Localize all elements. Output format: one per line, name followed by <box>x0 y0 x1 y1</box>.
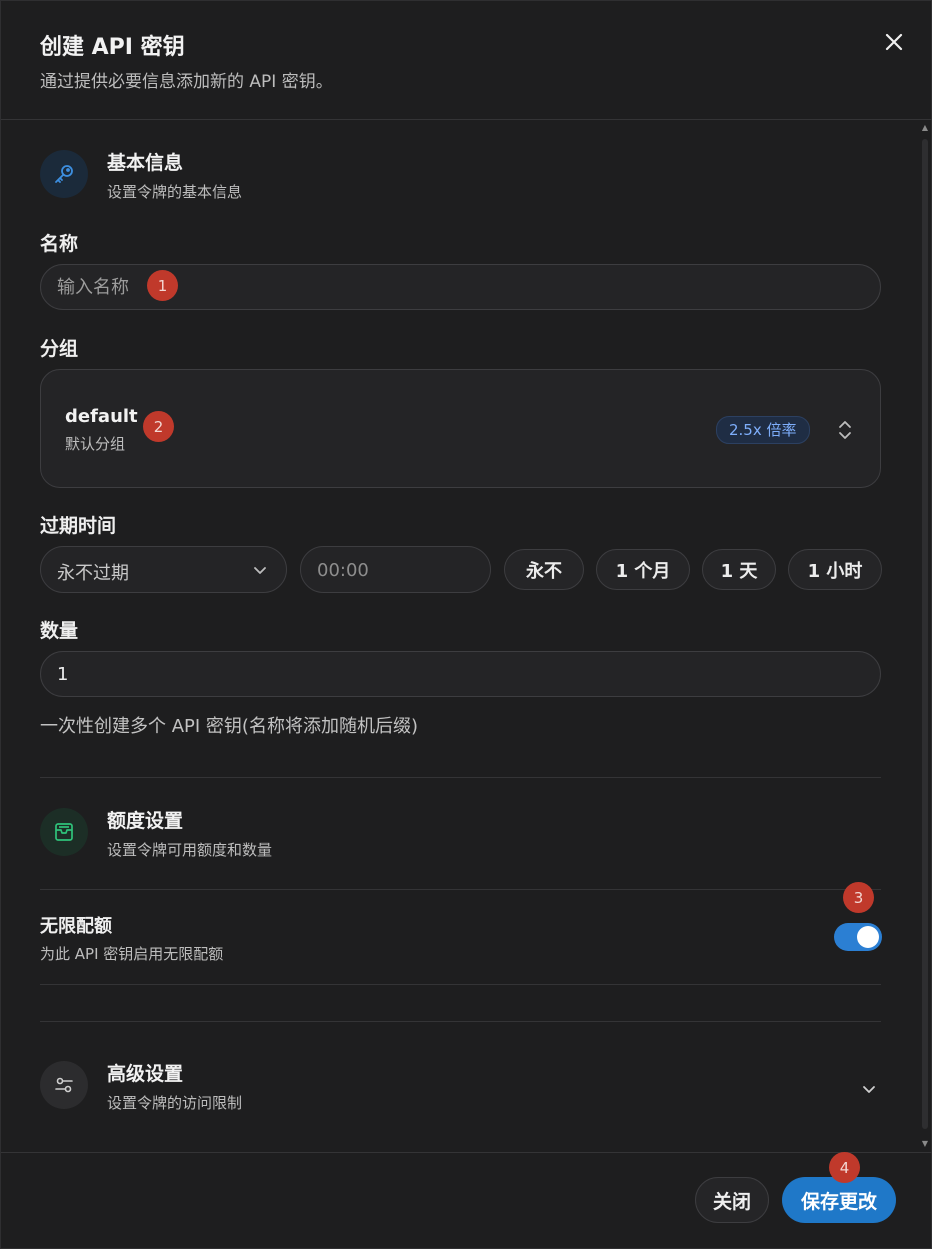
quantity-input[interactable] <box>40 651 881 697</box>
toggle-knob <box>857 926 879 948</box>
unlimited-quota-subtitle: 为此 API 密钥启用无限配额 <box>40 945 224 963</box>
dialog-subtitle: 通过提供必要信息添加新的 API 密钥。 <box>40 72 333 92</box>
close-button[interactable]: 关闭 <box>695 1177 769 1223</box>
sliders-icon <box>40 1061 88 1109</box>
group-selected-name: default <box>65 406 138 427</box>
quota-section-subtitle: 设置令牌可用额度和数量 <box>107 841 273 859</box>
scroll-down-arrow-icon[interactable]: ▼ <box>920 1139 930 1149</box>
expiry-select-value: 永不过期 <box>57 563 129 584</box>
expiry-never-button[interactable]: 永不 <box>504 549 584 590</box>
scrollbar-thumb[interactable] <box>922 139 928 1129</box>
quantity-help-text: 一次性创建多个 API 密钥(名称将添加随机后缀) <box>40 716 418 737</box>
ratio-badge: 2.5x 倍率 <box>716 416 810 444</box>
expiry-select[interactable]: 永不过期 <box>40 546 287 593</box>
unlimited-quota-toggle[interactable] <box>834 923 882 951</box>
unlimited-quota-title: 无限配额 <box>40 916 112 937</box>
quota-section-title: 额度设置 <box>107 810 184 832</box>
wallet-icon <box>40 808 88 856</box>
quantity-label: 数量 <box>40 620 79 642</box>
section-divider <box>40 777 881 778</box>
close-icon[interactable] <box>879 27 909 57</box>
group-label: 分组 <box>40 338 79 360</box>
scroll-up-arrow-icon[interactable]: ▲ <box>920 123 930 133</box>
basic-section-subtitle: 设置令牌的基本信息 <box>107 183 243 201</box>
expiry-label: 过期时间 <box>40 515 117 537</box>
section-divider <box>40 889 881 890</box>
expiry-1-hour-button[interactable]: 1 小时 <box>788 549 882 590</box>
expiry-time-value: 00:00 <box>317 560 369 581</box>
name-label: 名称 <box>40 233 79 255</box>
save-button[interactable]: 保存更改 <box>782 1177 896 1223</box>
annotation-marker-1: 1 <box>147 270 178 301</box>
advanced-section-subtitle: 设置令牌的访问限制 <box>107 1094 243 1112</box>
group-selected-desc: 默认分组 <box>65 435 126 453</box>
section-divider <box>40 984 881 985</box>
dialog-title: 创建 API 密钥 <box>40 35 185 60</box>
chevron-down-icon[interactable] <box>859 1079 879 1103</box>
section-divider <box>40 1021 881 1022</box>
annotation-marker-4: 4 <box>829 1152 860 1183</box>
expiry-1-month-button[interactable]: 1 个月 <box>596 549 690 590</box>
advanced-section-title[interactable]: 高级设置 <box>107 1059 183 1086</box>
header-divider <box>1 119 932 120</box>
expiry-time-input[interactable]: 00:00 <box>300 546 491 593</box>
key-icon <box>40 150 88 198</box>
chevron-up-down-icon <box>837 418 853 442</box>
footer-divider <box>1 1152 932 1153</box>
create-api-key-dialog: 创建 API 密钥 通过提供必要信息添加新的 API 密钥。 ▲ ▼ 基本信息 … <box>0 0 932 1249</box>
annotation-marker-2: 2 <box>143 411 174 442</box>
basic-section-title: 基本信息 <box>107 152 184 174</box>
annotation-marker-3: 3 <box>843 882 874 913</box>
expiry-1-day-button[interactable]: 1 天 <box>702 549 776 590</box>
chevron-down-icon <box>251 561 269 583</box>
